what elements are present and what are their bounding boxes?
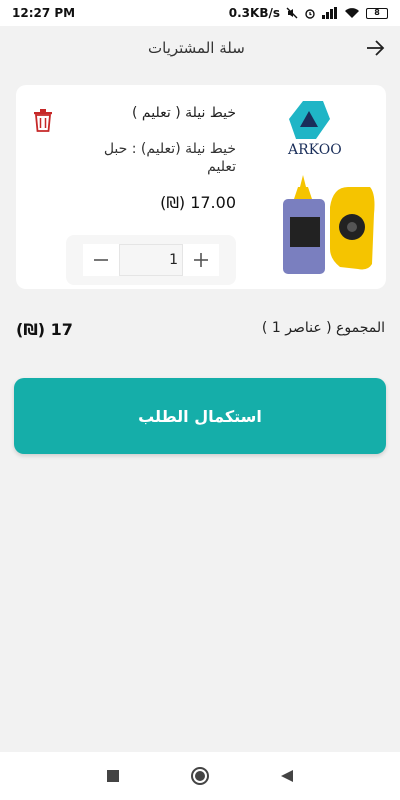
total-value: (₪) 17 — [16, 320, 73, 339]
triangle-back-icon — [280, 770, 293, 782]
status-time: 12:27 PM — [12, 6, 76, 20]
quantity-stepper — [66, 235, 236, 285]
checkout-button[interactable]: استكمال الطلب — [14, 378, 386, 454]
home-button[interactable] — [185, 761, 215, 791]
network-speed: 0.3KB/s — [228, 6, 280, 20]
brand-name: ARKOO — [287, 142, 342, 158]
arrow-right-icon[interactable] — [364, 37, 386, 59]
back-button[interactable] — [272, 761, 302, 791]
status-icons: 0.3KB/s 8 — [229, 6, 388, 20]
recent-apps-button[interactable] — [98, 761, 128, 791]
product-description: خيط نيلة (تعليم) : حبل تعليم — [103, 141, 236, 175]
product-image[interactable]: ARKOO — [278, 99, 378, 279]
battery-icon: 8 — [366, 7, 388, 19]
wifi-icon — [345, 8, 359, 18]
header: سلة المشتريات — [0, 26, 400, 70]
product-price: (₪) 17.00 — [160, 193, 236, 212]
increase-quantity-button[interactable] — [183, 244, 219, 276]
status-bar: 12:27 PM 0.3KB/s 8 — [0, 0, 400, 26]
total-label: المجموع ( عناصر 1 ) — [261, 320, 385, 336]
cart-item-card: ARKOO خيط نيلة ( تعليم ) خيط نيلة (تعليم… — [16, 85, 386, 289]
minus-icon — [94, 259, 108, 261]
signal-icon — [322, 7, 337, 19]
circle-icon — [190, 767, 209, 785]
decrease-quantity-button[interactable] — [83, 244, 119, 276]
mute-icon — [286, 7, 298, 19]
system-nav-bar — [0, 752, 400, 800]
page-title: سلة المشتريات — [148, 39, 245, 57]
brand-logo: ARKOO — [287, 101, 342, 158]
square-icon — [107, 770, 120, 782]
quantity-input[interactable] — [119, 244, 183, 276]
plus-icon — [194, 253, 208, 267]
alarm-icon — [305, 9, 315, 19]
product-name[interactable]: خيط نيلة ( تعليم ) — [132, 105, 236, 121]
trash-icon[interactable] — [32, 108, 54, 132]
